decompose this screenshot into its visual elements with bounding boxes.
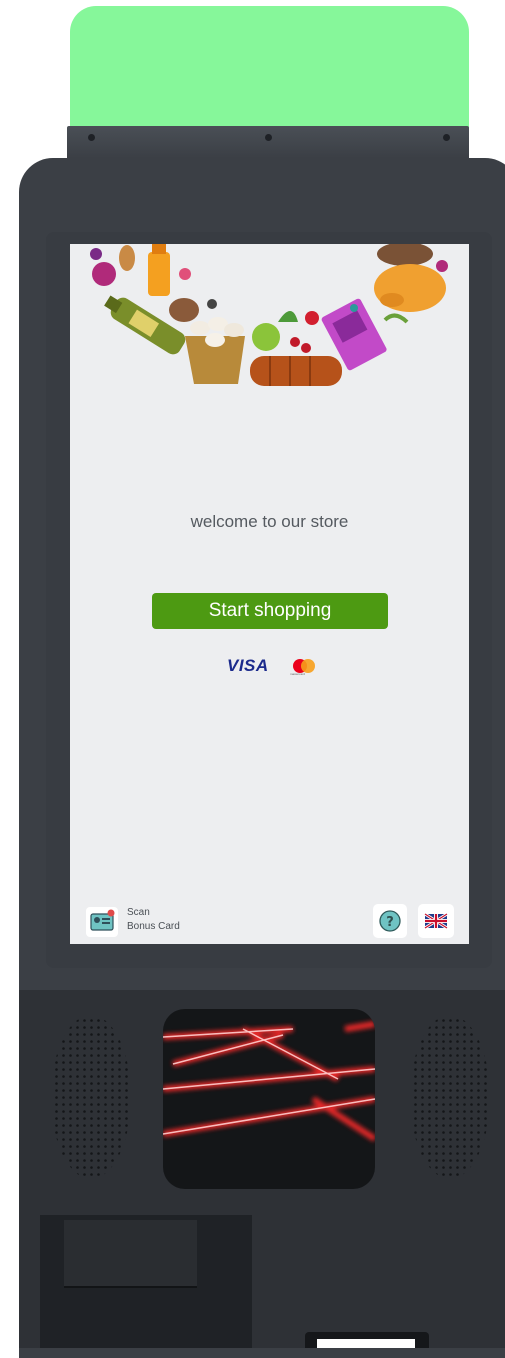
question-mark-icon: ? <box>379 910 401 932</box>
payment-methods: VISA mastercard <box>227 656 347 678</box>
welcome-message: welcome to our store <box>190 512 349 531</box>
receipt-paper <box>317 1339 415 1348</box>
start-shopping-button[interactable]: Start shopping <box>152 593 388 629</box>
help-button[interactable]: ? <box>373 904 407 938</box>
bonus-card-label: Bonus Card <box>127 921 180 932</box>
scan-card-label: Scan <box>127 907 150 918</box>
status-light <box>70 6 469 128</box>
screw <box>88 134 95 141</box>
uk-flag-icon <box>424 912 448 930</box>
speaker-grille-left <box>51 1015 131 1179</box>
printer-slot <box>64 1220 197 1288</box>
mastercard-caption: mastercard <box>290 672 306 676</box>
svg-text:?: ? <box>386 915 394 930</box>
grocery-banner-image <box>90 244 448 386</box>
visa-logo: VISA <box>227 656 269 675</box>
scan-bonus-card-button[interactable] <box>86 907 118 937</box>
screw <box>443 134 450 141</box>
light-bracket <box>67 126 469 160</box>
scanner-laser-lines <box>163 1021 375 1142</box>
language-button[interactable] <box>418 904 454 938</box>
barcode-scanner-window <box>163 1009 375 1189</box>
touch-screen: welcome to our store Start shopping VISA… <box>70 244 469 944</box>
screw <box>265 134 272 141</box>
bonus-card-icon <box>90 909 115 931</box>
speaker-grille-right <box>410 1015 490 1179</box>
